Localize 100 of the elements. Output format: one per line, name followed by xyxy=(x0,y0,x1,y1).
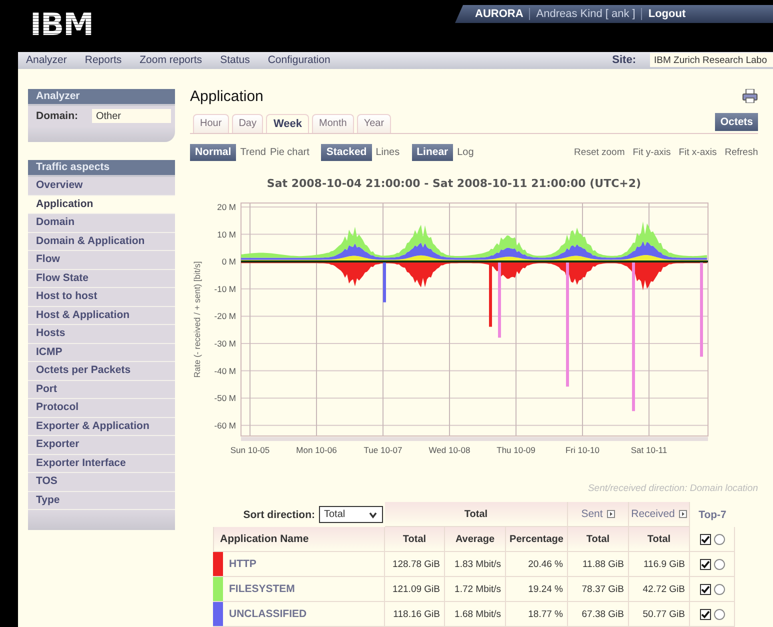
sidebar-item[interactable]: Flow xyxy=(28,251,175,270)
sidebar-item[interactable]: Overview xyxy=(28,177,175,196)
sidebar-item[interactable]: Domain & Application xyxy=(28,232,175,251)
radio-button[interactable] xyxy=(714,534,724,544)
user-link[interactable]: Logout xyxy=(641,8,692,20)
axis-label: Fri 10-10 xyxy=(566,445,600,455)
app-name[interactable]: UNCLASSIFIED xyxy=(229,608,307,620)
sidebar-item[interactable]: Type xyxy=(28,492,175,510)
tab[interactable]: Year xyxy=(356,114,392,133)
column-header: Total xyxy=(385,527,445,552)
domain-dropdown[interactable]: Other xyxy=(92,109,171,123)
panel-header: Traffic aspects xyxy=(28,160,175,177)
site-dropdown[interactable]: IBM Zurich Research Labo xyxy=(650,53,773,68)
table-cell: 1.68 Mbit/s xyxy=(445,602,506,627)
table-cell: 116.9 GiB xyxy=(629,552,690,577)
radio-button[interactable] xyxy=(714,608,724,620)
caret-icon[interactable] xyxy=(368,510,378,520)
chart-title: Sat 2008-10-04 21:00:00 - Sat 2008-10-11 21:00:00 (UTC+2) xyxy=(266,177,642,190)
sidebar-item[interactable]: Exporter Interface xyxy=(28,454,175,473)
sidebar-item[interactable]: Exporter xyxy=(28,436,175,454)
checkbox[interactable] xyxy=(700,558,710,570)
sidebar-item[interactable]: Flow State xyxy=(28,270,175,288)
radio-button[interactable] xyxy=(714,558,724,570)
tab[interactable]: Day xyxy=(232,114,264,133)
app-name[interactable]: FILESYSTEM xyxy=(229,583,295,595)
column-header: Total xyxy=(385,502,568,527)
table-cell: 1.83 Mbit/s xyxy=(445,552,506,577)
column-header: Percentage xyxy=(506,527,568,552)
axis-label: -60 M xyxy=(214,420,236,430)
radio-button[interactable] xyxy=(714,584,724,594)
column-header: Application Name xyxy=(213,527,385,552)
page-title: Application xyxy=(190,88,264,104)
mode-link[interactable]: Lines xyxy=(376,146,400,158)
user-link[interactable]: Andreas Kind [ ank ] xyxy=(529,8,642,20)
menu-item[interactable]: Zoom reports xyxy=(140,54,202,66)
sidebar-item[interactable]: Host & Application xyxy=(28,306,175,325)
menu-item[interactable]: Reports xyxy=(84,54,122,66)
sidebar-item[interactable]: Protocol xyxy=(28,399,175,418)
table-cell: 20.46 % xyxy=(506,552,568,577)
sort-dropdown[interactable]: Total xyxy=(319,506,383,523)
column-header: Average xyxy=(445,527,506,552)
axis-label: Wed 10-08 xyxy=(428,445,470,455)
mode-button[interactable]: Linear xyxy=(412,144,454,160)
sidebar-item[interactable]: Octets per Packets xyxy=(28,362,175,380)
mode-button[interactable]: Stacked xyxy=(321,144,372,160)
axis-label: Sat 10-11 xyxy=(630,445,668,455)
column-header: Total xyxy=(568,527,629,552)
table-cell: 78.37 GiB xyxy=(568,577,629,602)
axis-label: -30 M xyxy=(214,338,236,348)
axis-label: -50 M xyxy=(214,393,236,404)
axis-label: 0 M xyxy=(222,256,236,267)
action-link[interactable]: Fit x-axis xyxy=(678,146,717,158)
arrow-icon[interactable] xyxy=(606,510,615,518)
sidebar-item[interactable]: ICMP xyxy=(28,344,175,362)
table-cell: 118.16 GiB xyxy=(385,602,445,627)
tab[interactable]: Hour xyxy=(193,114,229,133)
mode-link[interactable]: Log xyxy=(457,146,474,158)
menu-item[interactable]: Status xyxy=(220,54,250,66)
sidebar-item[interactable]: Host to host xyxy=(28,288,175,306)
sidebar-item[interactable]: TOS xyxy=(28,473,175,492)
column-header: Top-7 xyxy=(698,508,726,520)
menu-item[interactable]: Analyzer xyxy=(26,54,67,66)
action-link[interactable]: Fit y-axis xyxy=(632,146,671,158)
axis-label: 20 M xyxy=(217,202,236,212)
checkbox[interactable] xyxy=(700,534,710,544)
sort-label: Sort direction: xyxy=(243,508,315,520)
axis-label: -20 M xyxy=(214,311,236,322)
app-name[interactable]: HTTP xyxy=(229,558,256,570)
printer-icon[interactable] xyxy=(742,89,758,103)
table-cell: 19.24 % xyxy=(506,577,568,602)
arrow-icon[interactable] xyxy=(678,510,687,518)
table-cell: 1.72 Mbit/s xyxy=(445,577,506,602)
checkbox[interactable] xyxy=(700,608,710,620)
menu-item[interactable]: Configuration xyxy=(268,54,330,66)
scroll-bar[interactable] xyxy=(241,437,708,441)
mode-link[interactable]: Pie chart xyxy=(270,146,310,158)
tab[interactable]: Week xyxy=(266,114,310,133)
tab[interactable]: Month xyxy=(312,114,354,133)
sidebar-item[interactable]: Port xyxy=(28,380,175,399)
axis-label: 10 M xyxy=(217,229,236,240)
sidebar-item[interactable]: Exporter & Application xyxy=(28,418,175,436)
sidebar-item[interactable]: Domain xyxy=(28,214,175,232)
mode-link[interactable]: Trend xyxy=(240,146,266,158)
mode-button[interactable]: Normal xyxy=(190,144,236,160)
axis-label: -40 M xyxy=(214,366,236,376)
table-cell: 18.77 % xyxy=(506,602,568,627)
table-cell: 67.38 GiB xyxy=(568,602,629,627)
checkbox[interactable] xyxy=(700,584,710,594)
panel-header: Analyzer xyxy=(28,89,175,106)
column-header-link[interactable]: Sent xyxy=(568,502,629,527)
table-cell: 121.09 GiB xyxy=(385,577,445,602)
axis-label: Sun 10-05 xyxy=(230,445,270,455)
action-link[interactable]: Refresh xyxy=(724,146,758,158)
octets-button[interactable]: Octets xyxy=(715,113,758,131)
site-label: Site: xyxy=(612,54,636,66)
sidebar-item[interactable]: Hosts xyxy=(28,325,175,344)
sidebar-item[interactable]: Application xyxy=(28,196,175,214)
action-link[interactable]: Reset zoom xyxy=(574,146,625,158)
column-header-link[interactable]: Received xyxy=(629,502,690,527)
user-link[interactable]: AURORA xyxy=(469,8,530,20)
